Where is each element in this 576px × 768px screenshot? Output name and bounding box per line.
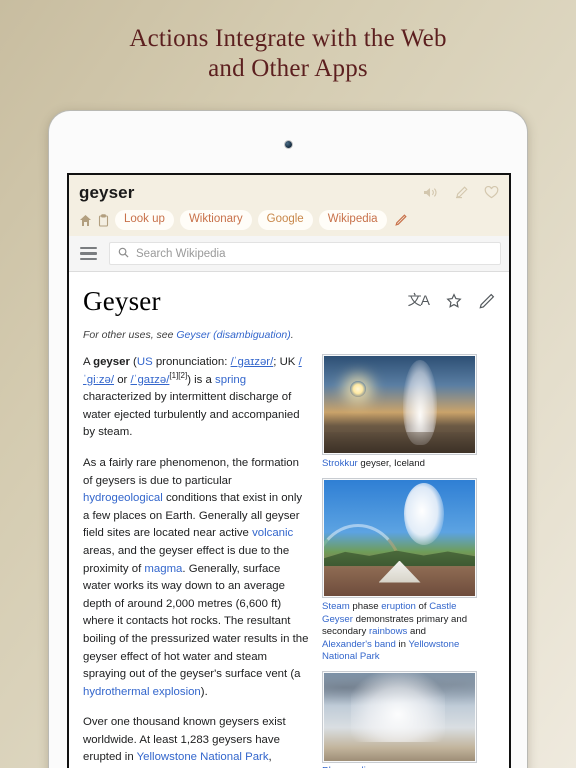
article-action-icons: 文A [408, 286, 495, 309]
thumbnail-frame [322, 354, 477, 455]
thumbnail-play-media[interactable]: Play media [322, 671, 477, 768]
article-text-column: A geyser (US pronunciation: /ˈɡaɪzər/; U… [83, 354, 311, 768]
action-chip-wikipedia[interactable]: Wikipedia [318, 210, 387, 230]
thumbnail-frame [322, 478, 477, 599]
paragraph-3: Over one thousand known geysers exist wo… [83, 716, 286, 764]
thumbnail-castle-geyser[interactable]: Steam phase eruption of Castle Geyser de… [322, 478, 477, 663]
front-camera-icon [284, 141, 292, 148]
search-input-wrapper[interactable]: Search Wikipedia [109, 242, 501, 265]
search-icon [118, 245, 129, 263]
tablet-device: geyser Look up Wiktionary Google Wikiped… [48, 110, 528, 768]
favorite-heart-icon[interactable] [484, 186, 499, 199]
castle-geyser-rainbow-photo [324, 480, 475, 597]
action-chip-wiktionary[interactable]: Wiktionary [179, 210, 252, 230]
paragraph-1: A geyser (US pronunciation: /ˈɡaɪzər/; U… [83, 356, 302, 439]
thumbnail-caption: Strokkur geyser, Iceland [322, 458, 425, 469]
promo-headline-line1: Actions Integrate with the Web [129, 25, 447, 52]
hatnote-suffix: . [290, 329, 294, 341]
sun-glow [349, 381, 366, 398]
steam-column [351, 673, 445, 743]
thumbnail-caption: Steam phase eruption of Castle Geyser de… [322, 601, 468, 663]
search-input[interactable]: Search Wikipedia [136, 248, 225, 260]
home-icon[interactable] [79, 214, 92, 227]
app-header: geyser Look up Wiktionary Google Wikiped… [69, 175, 509, 236]
edit-actions-pencil-icon[interactable] [394, 214, 407, 226]
thumbnail-strokkur[interactable]: Strokkur geyser, Iceland [322, 354, 477, 470]
promo-headline-line2: and Other Apps [208, 55, 368, 82]
page-title: Geyser [83, 286, 161, 316]
article-body: Geyser 文A For other uses, see Geyser (di… [69, 272, 509, 768]
reference-marker: [1][2] [169, 370, 188, 380]
tablet-screen: geyser Look up Wiktionary Google Wikiped… [67, 173, 511, 768]
article-header: Geyser 文A [83, 286, 495, 316]
action-buttons-row: Look up Wiktionary Google Wikipedia [79, 210, 499, 230]
thumbnail-frame [322, 671, 477, 764]
hatnote-link[interactable]: Geyser (disambiguation) [176, 329, 290, 341]
action-chip-look-up[interactable]: Look up [115, 210, 174, 230]
speaker-icon[interactable] [423, 186, 438, 199]
app-header-icons [423, 186, 499, 199]
steam-plume [404, 482, 445, 545]
hatnote: For other uses, see Geyser (disambiguati… [83, 329, 495, 341]
wikipedia-search-bar: Search Wikipedia [69, 236, 509, 272]
article-media-column: Strokkur geyser, Iceland Steam phase eru… [322, 354, 477, 768]
article-columns: A geyser (US pronunciation: /ˈɡaɪzər/; U… [83, 354, 495, 768]
erupting-geyser-video-still [324, 673, 475, 762]
hatnote-prefix: For other uses, see [83, 329, 177, 341]
foreground-ground [324, 431, 475, 453]
paragraph-2: As a fairly rare phenomenon, the formati… [83, 456, 309, 698]
hamburger-menu-icon[interactable] [77, 245, 100, 263]
promo-headline: Actions Integrate with the Web and Other… [0, 24, 576, 84]
action-chip-google[interactable]: Google [257, 210, 313, 230]
language-icon[interactable]: 文A [408, 293, 430, 309]
edit-pencil-icon[interactable] [479, 293, 495, 309]
sunset-geyser-photo [324, 356, 475, 453]
clipboard-icon[interactable] [98, 213, 109, 227]
star-icon[interactable] [446, 293, 462, 309]
edit-note-icon[interactable] [454, 186, 468, 199]
